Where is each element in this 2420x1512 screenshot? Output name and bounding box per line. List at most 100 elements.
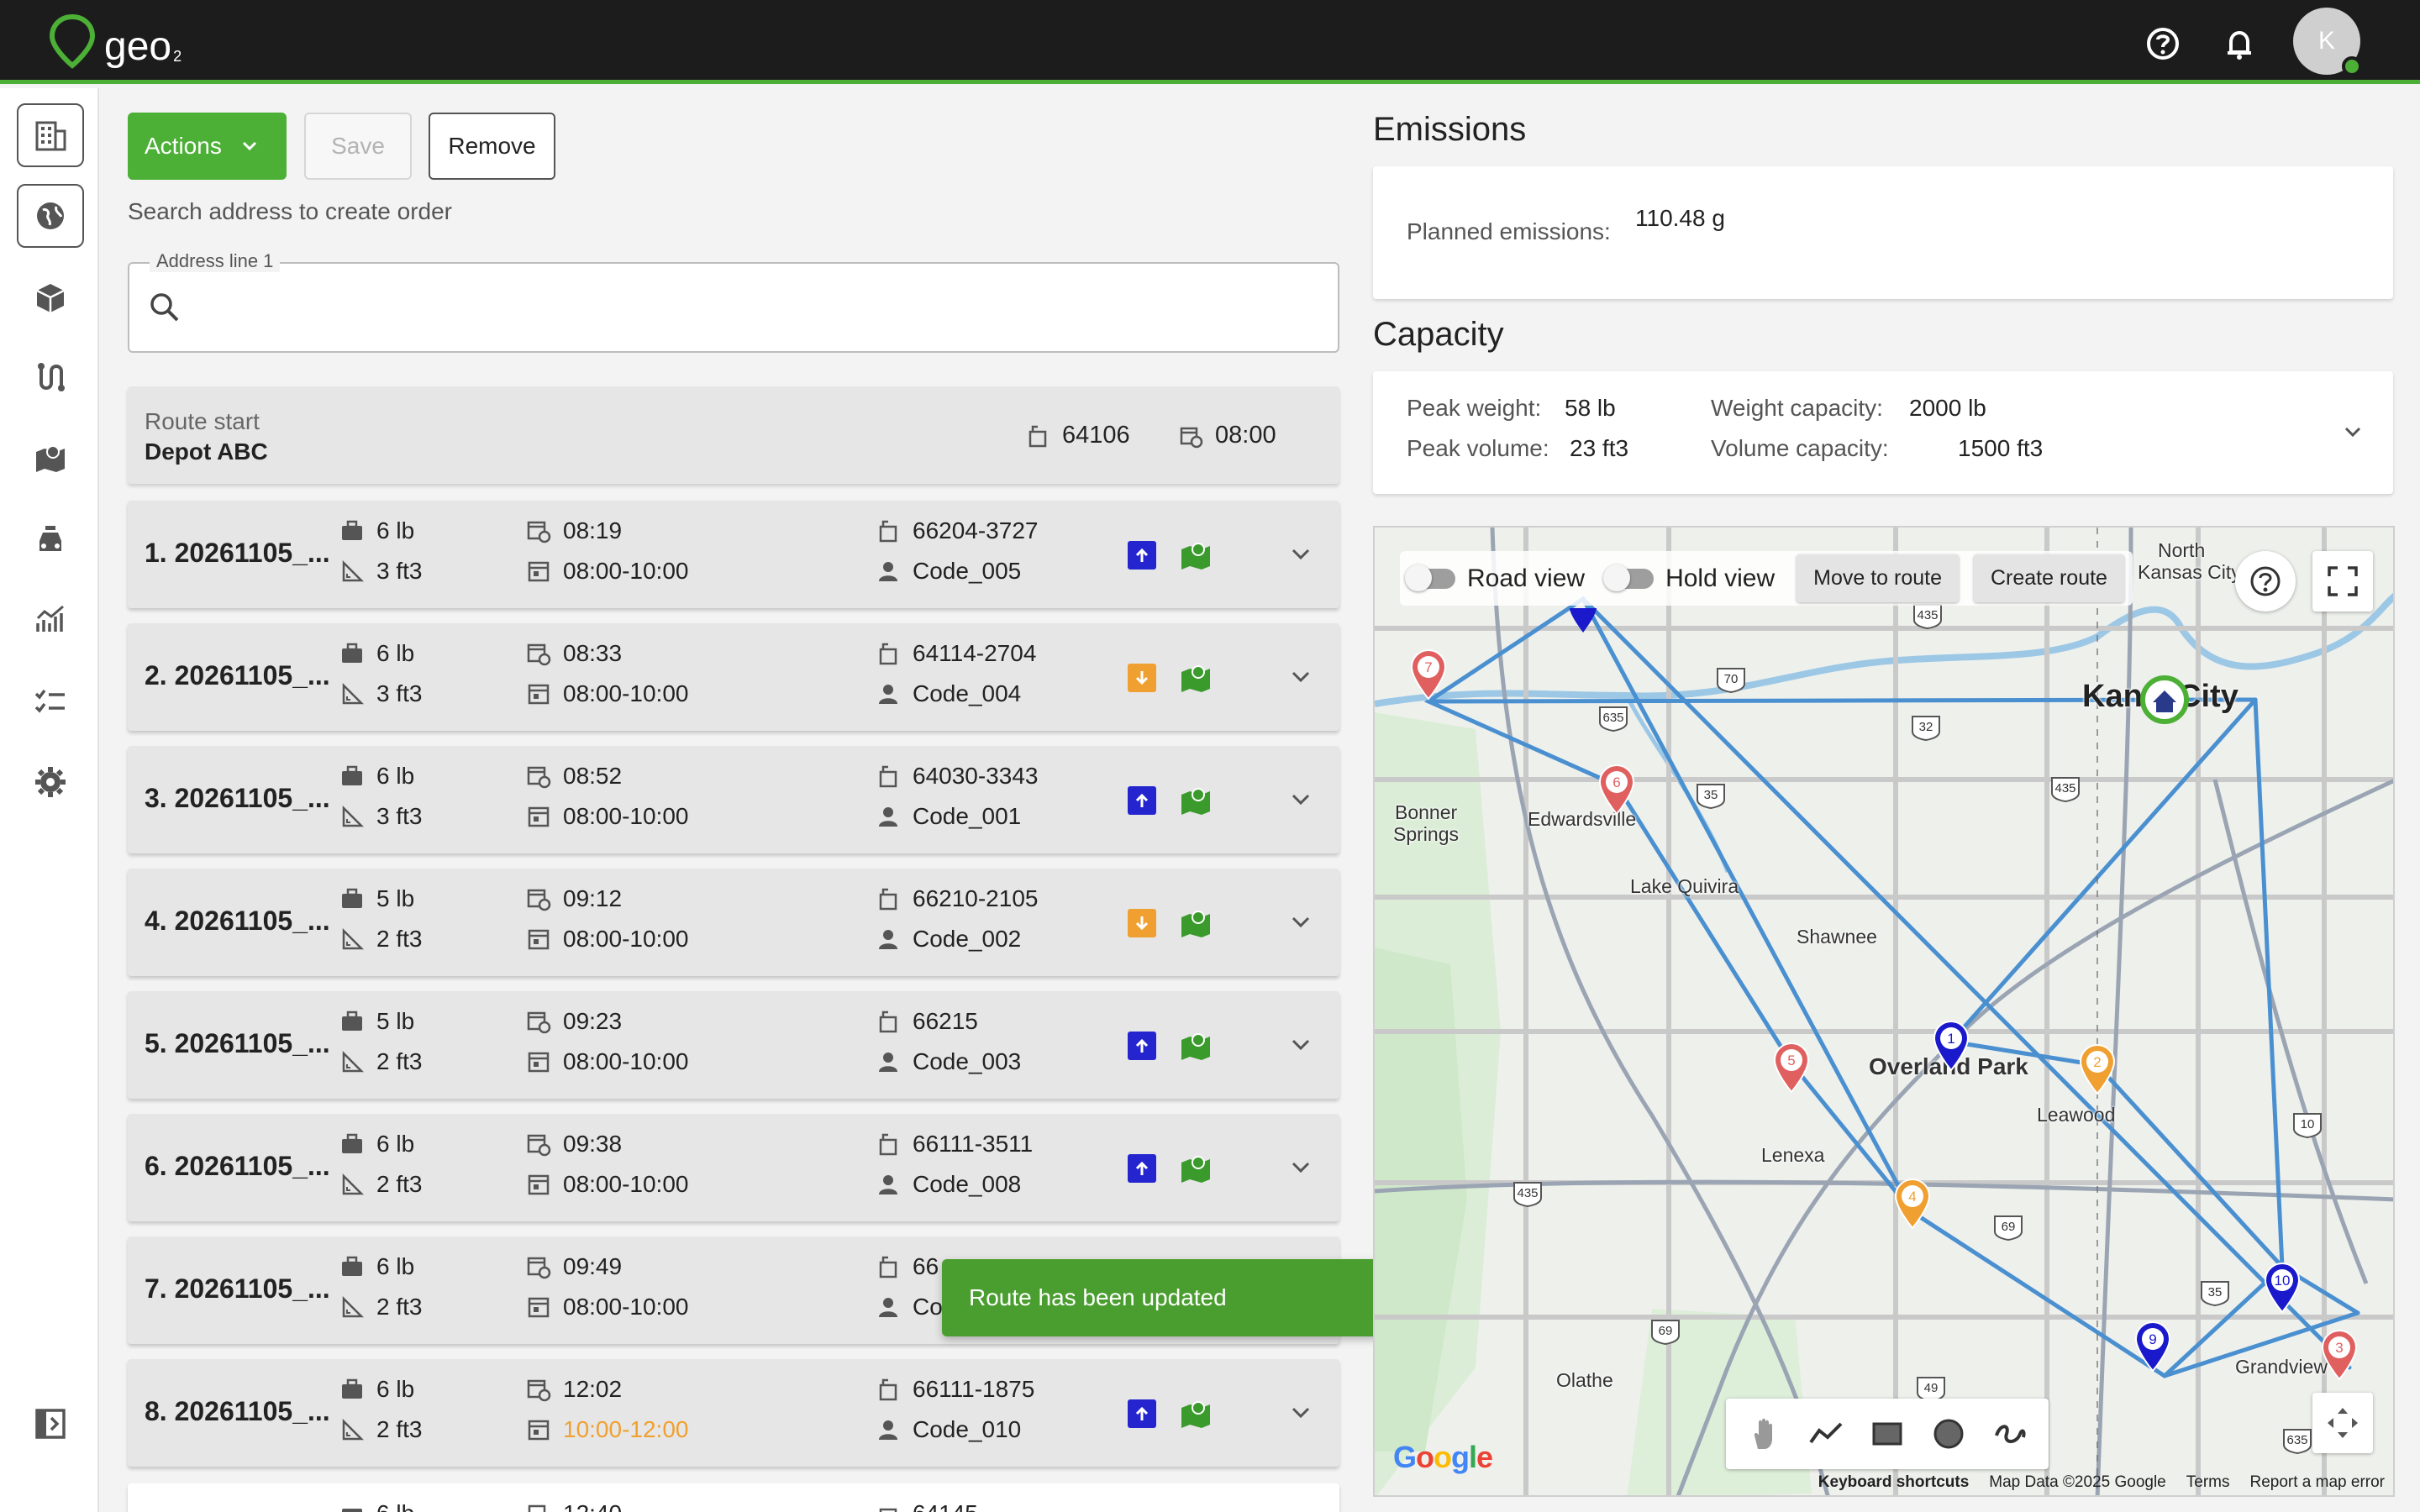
order-row[interactable]: 8. 20261105_... 6 lb 2 ft3 12:02 10:00-1… xyxy=(128,1359,1339,1467)
mailbox-icon xyxy=(1028,425,1047,447)
freehand-icon[interactable] xyxy=(1991,1415,2028,1452)
route-map[interactable]: Kan s City North Kansas City Bonner Spri… xyxy=(1373,526,2395,1497)
map-pin-5[interactable]: 5 xyxy=(1773,1042,1810,1094)
chevron-down-icon[interactable] xyxy=(2339,418,2366,445)
map-data-attribution: Map Data ©2025 Google xyxy=(1989,1473,2166,1491)
address-line-1-field[interactable]: Address line 1 xyxy=(128,250,1339,353)
sidebar-item-map[interactable] xyxy=(17,426,84,490)
order-row[interactable]: 5. 20261105_... 5 lb 2 ft3 09:23 08:00-1… xyxy=(128,991,1339,1099)
delivery-order-icon[interactable] xyxy=(1126,785,1158,816)
chevron-down-icon[interactable] xyxy=(1286,1152,1316,1183)
order-row[interactable]: 1. 20261105_... 6 lb 3 ft3 08:19 08:00-1… xyxy=(128,501,1339,608)
rectangle-icon[interactable] xyxy=(1869,1415,1906,1452)
order-row-partial[interactable]: 6 lb 12:40 64145 xyxy=(128,1483,1339,1512)
chevron-down-icon[interactable] xyxy=(1286,785,1316,815)
sidebar-item-settings[interactable] xyxy=(17,750,84,814)
map-help-button[interactable] xyxy=(2235,551,2296,612)
order-time-window: 08:00-10:00 xyxy=(526,1048,688,1075)
show-on-map-icon[interactable] xyxy=(1180,662,1212,694)
map-pin-4[interactable]: 4 xyxy=(1894,1178,1931,1230)
fullscreen-icon xyxy=(2328,566,2358,596)
show-on-map-icon[interactable] xyxy=(1180,785,1212,816)
road-view-toggle[interactable]: Road view xyxy=(1405,564,1585,593)
sidebar-item-dashboard[interactable] xyxy=(17,103,84,167)
app-logo[interactable]: geo 2 xyxy=(49,13,182,69)
fullscreen-button[interactable] xyxy=(2312,551,2373,612)
order-time-window-value: 08:00-10:00 xyxy=(563,926,689,952)
partial-eta-value: 12:40 xyxy=(563,1500,622,1512)
user-avatar[interactable]: K xyxy=(2293,8,2362,76)
create-route-button[interactable]: Create route xyxy=(1974,554,2124,602)
sidebar-item-orders[interactable] xyxy=(17,266,84,330)
collapse-panel-icon xyxy=(35,1409,66,1439)
delivery-order-icon[interactable] xyxy=(1126,1152,1158,1184)
notifications-bell-icon[interactable] xyxy=(2219,24,2260,64)
map-pin-2[interactable]: 2 xyxy=(2079,1043,2116,1095)
chevron-down-icon[interactable] xyxy=(1286,539,1316,570)
show-on-map-icon[interactable] xyxy=(1180,1398,1212,1430)
map-pin-10[interactable]: 10 xyxy=(2264,1262,2301,1314)
chevron-down-icon[interactable] xyxy=(1286,1398,1316,1428)
show-on-map-icon[interactable] xyxy=(1180,1030,1212,1062)
order-weight-value: 6 lb xyxy=(376,1253,415,1279)
hold-view-switch[interactable] xyxy=(1603,564,1655,591)
report-error-link[interactable]: Report a map error xyxy=(2249,1473,2385,1492)
order-weight: 6 lb xyxy=(339,517,414,544)
map-pin-9[interactable]: 9 xyxy=(2134,1320,2171,1373)
sidebar-item-globe[interactable] xyxy=(17,184,84,248)
road-view-switch[interactable] xyxy=(1405,564,1455,591)
delivery-order-icon[interactable] xyxy=(1126,539,1158,571)
order-row[interactable]: 2. 20261105_... 6 lb 3 ft3 08:33 08:00-1… xyxy=(128,623,1339,731)
pickup-order-icon[interactable] xyxy=(1126,907,1158,939)
sidebar-collapse-toggle[interactable] xyxy=(17,1392,84,1456)
sidebar-item-analytics[interactable] xyxy=(17,589,84,653)
order-volume: 3 ft3 xyxy=(339,558,422,585)
globe-icon xyxy=(37,202,64,229)
order-volume-value: 2 ft3 xyxy=(376,1171,423,1197)
order-row[interactable]: 6. 20261105_... 6 lb 2 ft3 09:38 08:00-1… xyxy=(128,1114,1339,1221)
circle-icon[interactable] xyxy=(1930,1415,1967,1452)
order-row[interactable]: 3. 20261105_... 6 lb 3 ft3 08:52 08:00-1… xyxy=(128,746,1339,853)
capacity-card[interactable]: Peak weight: 58 lb Peak volume: 23 ft3 W… xyxy=(1373,371,2393,494)
show-on-map-icon[interactable] xyxy=(1180,1152,1212,1184)
order-volume-value: 2 ft3 xyxy=(376,1416,423,1442)
map-pin-1[interactable]: 1 xyxy=(1933,1020,1970,1072)
save-button[interactable]: Save xyxy=(304,113,412,180)
polyline-icon[interactable] xyxy=(1807,1415,1844,1452)
help-icon[interactable] xyxy=(2143,24,2183,64)
actions-dropdown-button[interactable]: Actions xyxy=(128,113,287,180)
show-on-map-icon[interactable] xyxy=(1180,907,1212,939)
calendar-clock-icon xyxy=(527,766,551,789)
terms-link[interactable]: Terms xyxy=(2186,1473,2230,1492)
hold-view-toggle[interactable]: Hold view xyxy=(1603,564,1776,593)
hold-view-label: Hold view xyxy=(1665,564,1776,592)
person-icon xyxy=(879,1420,897,1440)
map-pin-3[interactable]: 3 xyxy=(2321,1329,2358,1381)
chevron-down-icon[interactable] xyxy=(1286,1030,1316,1060)
hand-pan-icon[interactable] xyxy=(1746,1415,1783,1452)
depot-name: Depot ABC xyxy=(145,438,268,465)
chevron-down-icon[interactable] xyxy=(1286,662,1316,692)
sidebar-item-vehicles[interactable] xyxy=(17,508,84,572)
mailbox-icon xyxy=(879,888,897,911)
delivery-order-icon[interactable] xyxy=(1126,1398,1158,1430)
map-pin-6[interactable]: 6 xyxy=(1598,764,1635,816)
order-customer-code: Code_003 xyxy=(876,1048,1021,1075)
depot-home-marker[interactable] xyxy=(2140,675,2189,724)
chevron-down-icon[interactable] xyxy=(1286,907,1316,937)
keyboard-shortcuts-link[interactable]: Keyboard shortcuts xyxy=(1818,1473,1969,1492)
route-start-postcode: 64106 xyxy=(1025,422,1130,449)
map-pin-7[interactable]: 7 xyxy=(1410,648,1447,701)
order-postcode: 66111-1875 xyxy=(876,1376,1034,1403)
pickup-order-icon[interactable] xyxy=(1126,662,1158,694)
show-on-map-icon[interactable] xyxy=(1180,539,1212,571)
map-camera-control[interactable] xyxy=(2312,1393,2373,1453)
order-row[interactable]: 4. 20261105_... 5 lb 2 ft3 09:12 08:00-1… xyxy=(128,869,1339,976)
map-pin-partial[interactable] xyxy=(1570,608,1597,633)
delivery-order-icon[interactable] xyxy=(1126,1030,1158,1062)
move-to-route-button[interactable]: Move to route xyxy=(1797,554,1959,602)
sidebar-item-tasks[interactable] xyxy=(17,669,84,733)
avatar-initial: K xyxy=(2317,27,2335,55)
remove-button[interactable]: Remove xyxy=(429,113,555,180)
sidebar-item-routes[interactable] xyxy=(17,345,84,409)
